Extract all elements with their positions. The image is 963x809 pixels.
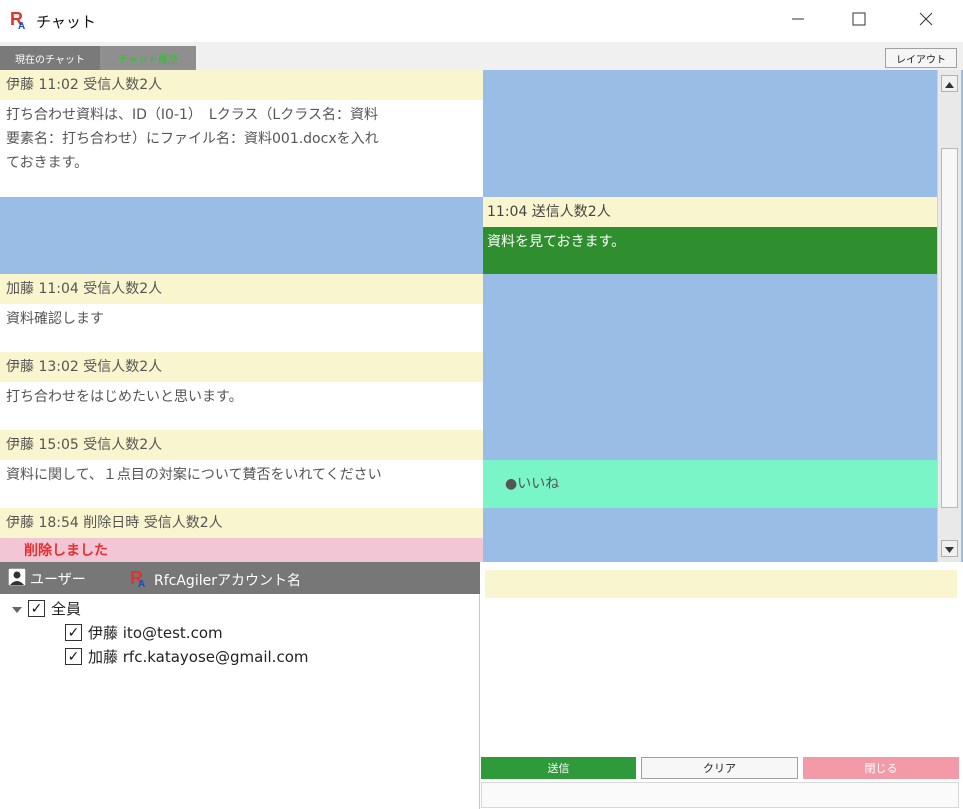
message-input[interactable] — [485, 598, 957, 754]
message-header: 伊藤 11:02 受信人数2人 — [0, 70, 483, 100]
scroll-thumb[interactable] — [941, 148, 958, 508]
tab-current-chat[interactable]: 現在のチャット — [0, 46, 100, 70]
user-checkbox[interactable]: ✓ — [65, 648, 82, 665]
status-bar — [481, 782, 959, 808]
message-body: 資料確認します — [0, 304, 483, 352]
scroll-up-button[interactable] — [941, 75, 958, 92]
layout-button[interactable]: レイアウト — [885, 48, 957, 68]
account-column-label: RfcAgilerアカウント名 — [154, 573, 301, 589]
tab-strip: 現在のチャット チャット履歴 レイアウト — [0, 42, 963, 70]
user-checkbox[interactable]: ✓ — [65, 624, 82, 641]
close-button[interactable]: 閉じる — [803, 757, 959, 779]
message-header: 伊藤 15:05 受信人数2人 — [0, 430, 483, 460]
message-line: 要素名：打ち合わせ）にファイル名：資料001.docxを入れ — [6, 131, 379, 147]
close-window-button[interactable] — [900, 0, 952, 42]
arrow-down-icon — [945, 541, 954, 557]
users-column-header: ユーザー — [7, 567, 86, 590]
maximize-button[interactable] — [833, 0, 885, 42]
tree-child-kato[interactable]: ✓ 加藤 rfc.katayose@gmail.com — [65, 646, 308, 667]
message-body: 打ち合わせ資料は、ID（I0-1） Lクラス（Lクラス名：資料 要素名：打ち合わ… — [0, 100, 483, 197]
user-label: 加藤 rfc.katayose@gmail.com — [88, 648, 309, 666]
title-bar: R A チャット — [0, 0, 963, 42]
message-line: 打ち合わせ資料は、ID（I0-1） Lクラス（Lクラス名：資料 — [6, 107, 378, 123]
message-body: 資料に関して、１点目の対案について賛否をいれてください — [0, 460, 483, 508]
app-logo-icon: R A — [10, 9, 28, 32]
user-label: 伊藤 ito@test.com — [88, 624, 223, 642]
minimize-icon — [791, 12, 805, 30]
clear-button[interactable]: クリア — [641, 757, 798, 779]
tree-root-all[interactable]: ✓ 全員 — [12, 598, 81, 619]
sent-message-header: 11:04 送信人数2人 — [483, 197, 939, 227]
svg-text:A: A — [138, 579, 145, 588]
user-icon — [7, 567, 27, 590]
like-reaction[interactable]: ●いいね — [483, 460, 939, 508]
users-panel: ユーザー R A RfcAgilerアカウント名 ✓ 全員 ✓ 伊藤 ito@t… — [0, 562, 480, 809]
chat-scrollbar[interactable] — [937, 70, 961, 562]
users-column-label: ユーザー — [30, 572, 86, 588]
maximize-icon — [852, 12, 866, 30]
compose-panel: 送信 クリア 閉じる — [481, 562, 963, 809]
message-line: ておきます。 — [6, 155, 89, 171]
deleted-message-body: 削除しました — [0, 538, 483, 562]
tree-root-label: 全員 — [51, 600, 82, 618]
chevron-down-icon[interactable] — [12, 600, 22, 618]
tree-child-ito[interactable]: ✓ 伊藤 ito@test.com — [65, 622, 223, 643]
tab-chat-history[interactable]: チャット履歴 — [100, 46, 196, 70]
scroll-down-button[interactable] — [941, 540, 958, 557]
window-title: チャット — [36, 13, 96, 31]
rfc-logo-icon: R A — [130, 568, 148, 592]
arrow-up-icon — [945, 76, 954, 92]
sent-message-body: 資料を見ておきます。 — [483, 227, 939, 274]
chat-history-area: 伊藤 11:02 受信人数2人 打ち合わせ資料は、ID（I0-1） Lクラス（L… — [0, 70, 963, 562]
message-header: 伊藤 13:02 受信人数2人 — [0, 352, 483, 382]
message-body: 打ち合わせをはじめたいと思います。 — [0, 382, 483, 430]
svg-text:A: A — [18, 21, 25, 30]
all-checkbox[interactable]: ✓ — [28, 600, 45, 617]
users-header: ユーザー R A RfcAgilerアカウント名 — [0, 562, 480, 594]
account-column-header: R A RfcAgilerアカウント名 — [130, 568, 301, 592]
compose-header-bar — [485, 570, 957, 598]
message-header: 加藤 11:04 受信人数2人 — [0, 274, 483, 304]
message-header: 伊藤 18:54 削除日時 受信人数2人 — [0, 508, 483, 538]
send-button[interactable]: 送信 — [481, 757, 636, 779]
close-icon — [919, 12, 933, 30]
minimize-button[interactable] — [772, 0, 824, 42]
